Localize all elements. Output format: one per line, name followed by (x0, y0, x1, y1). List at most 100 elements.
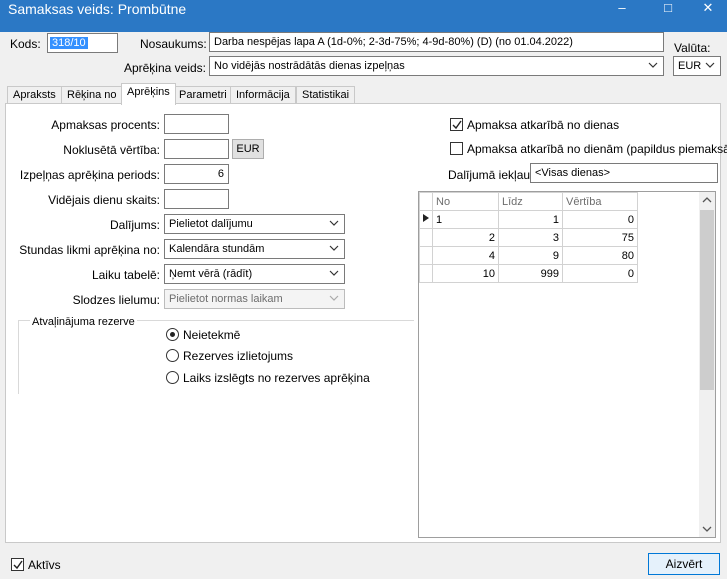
grid-header-row: No Līdz Vērtība (419, 192, 638, 211)
aprekina-veids-select[interactable]: No vidējās nostrādātās dienas izpeļņas (209, 56, 664, 76)
close-button[interactable]: Aizvērt (648, 553, 720, 575)
dalijums-value: Pielietot dalījumu (169, 218, 253, 230)
aktivs-checkbox[interactable] (11, 558, 24, 571)
close-window-button[interactable]: ✕ (687, 0, 727, 18)
row-indicator (419, 228, 433, 247)
stundas-likmi-select[interactable]: Kalendāra stundām (164, 239, 345, 259)
slodzes-lielumu-select: Pielietot normas laikam (164, 289, 345, 309)
scrollbar-thumb[interactable] (700, 210, 714, 390)
apmaksa-papildus-checkbox[interactable] (450, 142, 463, 155)
table-row[interactable]: 1 1 0 (419, 210, 638, 229)
grid-col-no[interactable]: No (432, 192, 499, 211)
apmaksa-papildus-label: Apmaksa atkarībā no dienām (papildus pie… (467, 142, 727, 156)
cell-lidz[interactable]: 999 (498, 264, 563, 283)
scroll-down-icon[interactable] (702, 525, 712, 533)
radio-neietekme[interactable] (166, 328, 179, 341)
stundas-likmi-label: Stundas likmi aprēķina no: (19, 243, 160, 257)
cell-no[interactable]: 4 (432, 246, 499, 265)
chevron-down-icon (648, 62, 658, 68)
radio-laiks-izslegts[interactable] (166, 371, 179, 384)
currency-button[interactable]: EUR (232, 139, 264, 159)
tab-informacija[interactable]: Informācija (230, 86, 296, 104)
window-title: Samaksas veids: Prombūtne (8, 1, 187, 17)
chevron-down-icon (329, 245, 339, 251)
aprekina-veids-label: Aprēķina veids: (123, 61, 206, 75)
grid-col-lidz[interactable]: Līdz (498, 192, 563, 211)
dalijuma-iekl-label: Dalījumā iekļaut: (448, 168, 537, 182)
nosaukums-label: Nosaukums: (140, 37, 207, 51)
row-indicator (419, 264, 433, 283)
radio-laiks-izslegts-label: Laiks izslēgts no rezerves aprēķina (183, 371, 370, 385)
cell-lidz[interactable]: 9 (498, 246, 563, 265)
laiku-tabele-select[interactable]: Ņemt vērā (rādīt) (164, 264, 345, 284)
slodzes-lielumu-value: Pielietot normas laikam (169, 293, 283, 305)
izpelnas-periods-input[interactable]: 6 (164, 164, 229, 184)
cell-lidz[interactable]: 3 (498, 228, 563, 247)
slodzes-lielumu-label: Slodzes lielumu: (72, 293, 160, 307)
cell-no[interactable]: 1 (432, 210, 499, 229)
nokluseta-vertiba-label: Noklusētā vērtība: (63, 143, 160, 157)
stundas-likmi-value: Kalendāra stundām (169, 243, 265, 255)
kods-value: 318/10 (50, 37, 88, 49)
checkmark-icon (452, 120, 462, 130)
table-row[interactable]: 2 3 75 (419, 228, 638, 247)
table-row[interactable]: 10 999 0 (419, 264, 638, 283)
cell-vertiba[interactable]: 75 (562, 228, 638, 247)
grid-vertical-scrollbar[interactable] (699, 192, 715, 537)
apmaksas-procents-label: Apmaksas procents: (51, 118, 160, 132)
cell-no[interactable]: 2 (432, 228, 499, 247)
chevron-down-icon (329, 270, 339, 276)
grid-corner (419, 192, 433, 211)
kods-label: Kods: (10, 37, 41, 51)
chevron-down-icon (705, 62, 715, 68)
cell-vertiba[interactable]: 80 (562, 246, 638, 265)
tab-statistikai[interactable]: Statistikai (296, 86, 356, 104)
chevron-down-icon (329, 295, 339, 301)
laiku-tabele-value: Ņemt vērā (rādīt) (169, 268, 253, 280)
aprekina-veids-value: No vidējās nostrādātās dienas izpeļņas (214, 60, 405, 72)
izpelnas-periods-label: Izpeļņas aprēķina periods: (19, 168, 160, 182)
valuta-value: EUR (678, 60, 702, 72)
dalijuma-iekl-input[interactable]: <Visas dienas> (530, 163, 718, 183)
tab-parametri[interactable]: Parametri (173, 86, 233, 104)
cell-vertiba[interactable]: 0 (562, 264, 638, 283)
aktivs-label: Aktīvs (28, 558, 61, 572)
radio-rezerves-izlietojums-label: Rezerves izlietojums (183, 349, 294, 363)
dalijums-label: Dalījums: (109, 218, 160, 232)
tab-rekina-no[interactable]: Rēķina no (61, 86, 123, 104)
apmaksa-atkariba-checkbox[interactable] (450, 118, 463, 131)
apmaksas-procents-input[interactable] (164, 114, 229, 134)
nosaukums-input[interactable]: Darba nespējas lapa A (1d-0%; 2-3d-75%; … (209, 32, 664, 52)
cell-lidz[interactable]: 1 (498, 210, 563, 229)
row-indicator (419, 246, 433, 265)
table-row[interactable]: 4 9 80 (419, 246, 638, 265)
kods-input[interactable]: 318/10 (47, 33, 118, 53)
cell-no[interactable]: 10 (432, 264, 499, 283)
chevron-down-icon (329, 220, 339, 226)
interval-grid[interactable]: No Līdz Vērtība 1 1 0 2 3 75 4 9 80 10 9… (418, 191, 716, 538)
row-indicator (419, 210, 433, 229)
videjais-dienu-label: Vidējais dienu skaits: (48, 193, 160, 207)
minimize-button[interactable]: – (601, 0, 643, 18)
current-row-arrow-icon (423, 214, 429, 222)
apmaksa-atkariba-label: Apmaksa atkarībā no dienas (467, 118, 620, 132)
scroll-up-icon[interactable] (702, 196, 712, 204)
grid-col-vertiba[interactable]: Vērtība (562, 192, 638, 211)
checkmark-icon (13, 560, 23, 570)
cell-vertiba[interactable]: 0 (562, 210, 638, 229)
title-bar: Samaksas veids: Prombūtne – □ ✕ (0, 0, 727, 32)
radio-neietekme-label: Neietekmē (183, 328, 241, 342)
tab-apraksts[interactable]: Apraksts (7, 86, 62, 104)
dalijums-select[interactable]: Pielietot dalījumu (164, 214, 345, 234)
valuta-select[interactable]: EUR (673, 56, 721, 76)
tab-aprekins[interactable]: Aprēķins (121, 83, 176, 105)
maximize-button[interactable]: □ (647, 0, 689, 18)
radio-dot (170, 332, 175, 337)
valuta-label: Valūta: (674, 41, 711, 55)
laiku-tabele-label: Laiku tabelē: (91, 268, 160, 282)
videjais-dienu-input[interactable] (164, 189, 229, 209)
radio-rezerves-izlietojums[interactable] (166, 349, 179, 362)
grid-table: No Līdz Vērtība 1 1 0 2 3 75 4 9 80 10 9… (419, 192, 638, 283)
nokluseta-vertiba-input[interactable] (164, 139, 229, 159)
reserve-legend: Atvaļinājuma rezerve (30, 314, 137, 330)
